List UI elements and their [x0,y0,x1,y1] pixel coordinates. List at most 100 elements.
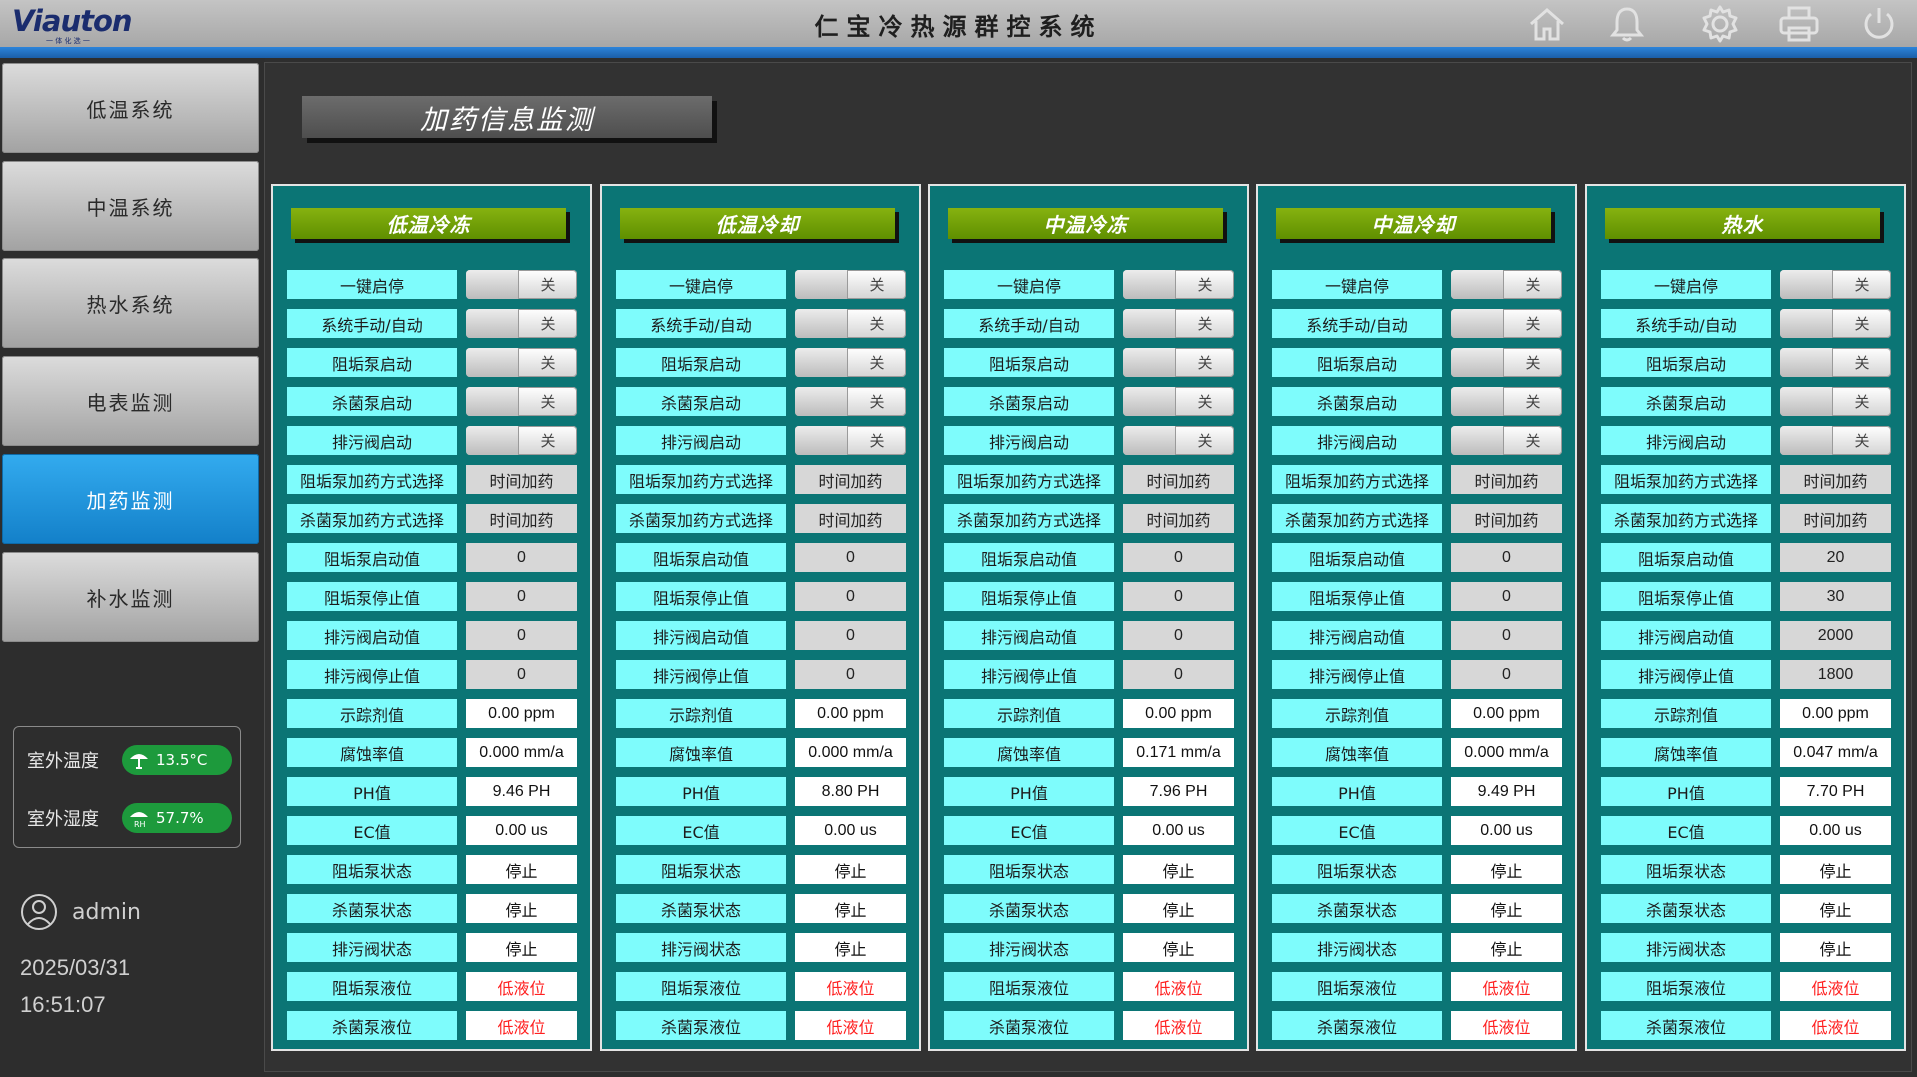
setpoint-field[interactable]: 30 [1780,582,1891,611]
row-label: 杀菌泵液位 [616,1011,786,1040]
setpoint-field[interactable]: 0 [1451,582,1562,611]
nav-item-2[interactable]: 中温系统 [2,161,259,251]
setpoint-field[interactable]: 0 [1123,621,1234,650]
row-label: 阻垢泵加药方式选择 [1601,465,1771,494]
setpoint-field[interactable]: 0 [466,543,577,572]
setpoint-field[interactable]: 时间加药 [466,504,577,533]
toggle-switch[interactable]: 关 [466,387,577,416]
value-display: 8.80 PH [795,777,906,806]
toggle-switch[interactable]: 关 [1451,348,1562,377]
row-label: 阻垢泵启动值 [287,543,457,572]
printer-icon[interactable] [1777,4,1821,44]
setpoint-field[interactable]: 0 [795,543,906,572]
setpoint-field[interactable]: 1800 [1780,660,1891,689]
setpoint-field[interactable]: 0 [466,582,577,611]
toggle-switch[interactable]: 关 [1780,426,1891,455]
setpoint-field[interactable]: 0 [795,582,906,611]
setpoint-field[interactable]: 0 [795,621,906,650]
setpoint-field[interactable]: 时间加药 [1780,465,1891,494]
power-icon[interactable] [1857,4,1901,44]
toggle-switch[interactable]: 关 [1451,426,1562,455]
value-display: 0.000 mm/a [1451,738,1562,767]
nav-item-1[interactable]: 低温系统 [2,63,259,153]
toggle-switch[interactable]: 关 [1451,270,1562,299]
row-label: PH值 [1601,777,1771,806]
setpoint-field[interactable]: 2000 [1780,621,1891,650]
toggle-switch[interactable]: 关 [795,270,906,299]
setpoint-field[interactable]: 时间加药 [1123,465,1234,494]
toggle-switch[interactable]: 关 [466,309,577,338]
toggle-state-label: 关 [869,276,885,294]
row-label: 阻垢泵状态 [616,855,786,884]
row-label: 腐蚀率值 [616,738,786,767]
toggle-switch[interactable]: 关 [1123,309,1234,338]
setpoint-field[interactable]: 0 [1123,582,1234,611]
value-display: 0.00 us [795,816,906,845]
gear-icon[interactable] [1698,4,1742,44]
setpoint-field[interactable]: 时间加药 [795,504,906,533]
row-label: 系统手动/自动 [616,309,786,338]
toggle-knob [466,426,519,455]
setpoint-field[interactable]: 时间加药 [466,465,577,494]
toggle-switch[interactable]: 关 [466,270,577,299]
home-icon[interactable] [1525,4,1569,44]
toggle-switch[interactable]: 关 [1780,348,1891,377]
setpoint-field[interactable]: 时间加药 [1780,504,1891,533]
level-status: 低液位 [1123,1011,1234,1040]
toggle-switch[interactable]: 关 [1123,387,1234,416]
row-label: 排污阀启动值 [944,621,1114,650]
sidebar: 低温系统 中温系统 热水系统 电表监测 加药监测 补水监测 室外温度 13.5°C 室外湿… [0,58,265,1077]
nav-item-3[interactable]: 热水系统 [2,258,259,348]
row-label: 一键启停 [287,270,457,299]
toggle-switch[interactable]: 关 [1451,387,1562,416]
user-info[interactable]: admin [20,893,141,931]
toggle-knob [1451,309,1504,338]
setpoint-field[interactable]: 0 [795,660,906,689]
toggle-state-label: 关 [1525,393,1541,411]
level-status: 低液位 [1451,1011,1562,1040]
row-label: 阻垢泵液位 [1601,972,1771,1001]
setpoint-field[interactable]: 时间加药 [795,465,906,494]
setpoint-field[interactable]: 时间加药 [1451,504,1562,533]
setpoint-field[interactable]: 20 [1780,543,1891,572]
toggle-switch[interactable]: 关 [795,426,906,455]
toggle-switch[interactable]: 关 [795,348,906,377]
toggle-switch[interactable]: 关 [466,348,577,377]
toggle-switch[interactable]: 关 [1123,348,1234,377]
row-label: 排污阀状态 [944,933,1114,962]
row-label: 杀菌泵启动 [1272,387,1442,416]
row-label: 阻垢泵加药方式选择 [616,465,786,494]
value-display: 停止 [1780,855,1891,884]
panel-title: 中温冷却 [1276,208,1551,239]
setpoint-field[interactable]: 0 [1451,660,1562,689]
nav-item-4[interactable]: 电表监测 [2,356,259,446]
setpoint-field[interactable]: 0 [1451,543,1562,572]
toggle-knob [1451,387,1504,416]
value-display: 0.00 ppm [1123,699,1234,728]
setpoint-field[interactable]: 0 [1123,660,1234,689]
nav-item-6[interactable]: 补水监测 [2,552,259,642]
bell-icon[interactable] [1605,4,1649,44]
toggle-switch[interactable]: 关 [795,309,906,338]
setpoint-field[interactable]: 时间加药 [1123,504,1234,533]
setpoint-field[interactable]: 时间加药 [1451,465,1562,494]
toggle-switch[interactable]: 关 [1780,309,1891,338]
toggle-switch[interactable]: 关 [1780,387,1891,416]
toggle-switch[interactable]: 关 [1123,270,1234,299]
outdoor-humidity-label: 室外湿度 [27,809,99,830]
setpoint-field[interactable]: 0 [1451,621,1562,650]
toggle-switch[interactable]: 关 [1451,309,1562,338]
setpoint-field[interactable]: 0 [466,660,577,689]
nav-item-5[interactable]: 加药监测 [2,454,259,544]
logo-subtext: 一 体 化 选 一 [46,37,90,45]
toggle-switch[interactable]: 关 [466,426,577,455]
dosing-panel-3: 中温冷冻 一键启停关系统手动/自动关阻垢泵启动关杀菌泵启动关排污阀启动关阻垢泵加药… [928,184,1249,1051]
level-status: 低液位 [1123,972,1234,1001]
toggle-switch[interactable]: 关 [1123,426,1234,455]
setpoint-field[interactable]: 0 [466,621,577,650]
value-display: 0.171 mm/a [1123,738,1234,767]
toggle-switch[interactable]: 关 [795,387,906,416]
setpoint-field[interactable]: 0 [1123,543,1234,572]
level-status: 低液位 [1780,972,1891,1001]
toggle-switch[interactable]: 关 [1780,270,1891,299]
